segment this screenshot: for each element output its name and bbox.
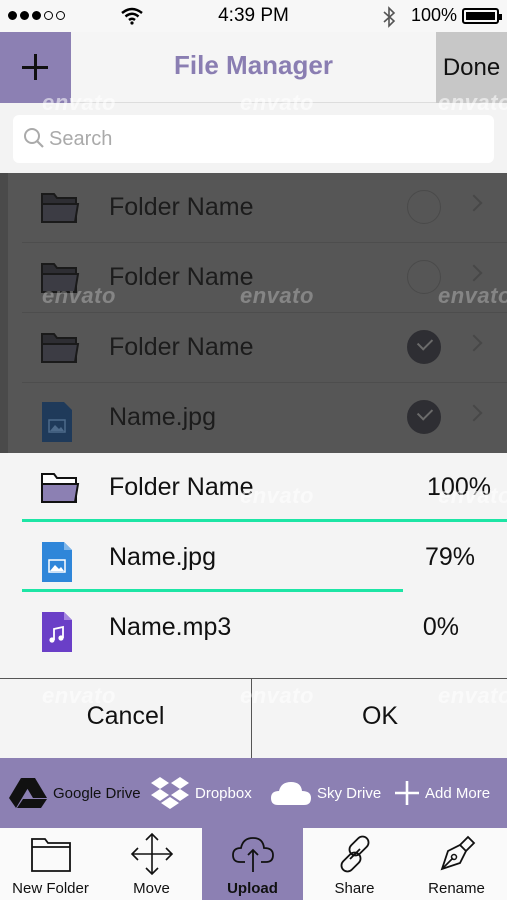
select-checkbox[interactable] bbox=[407, 260, 441, 294]
tool-label: Move bbox=[133, 880, 170, 897]
tool-label: Rename bbox=[428, 880, 485, 897]
progress-bar bbox=[22, 589, 403, 592]
tool-label: Upload bbox=[227, 880, 278, 897]
rename-button[interactable]: Rename bbox=[406, 828, 507, 900]
bottom-toolbar: New Folder Move Upload Share Rename bbox=[0, 828, 507, 900]
cloud-icon bbox=[271, 782, 311, 805]
list-item[interactable]: Folder Name bbox=[22, 243, 507, 313]
battery-percent: 100% bbox=[411, 5, 458, 25]
chevron-right-icon[interactable] bbox=[465, 194, 483, 212]
battery-icon bbox=[462, 8, 502, 24]
service-google-drive[interactable]: Google Drive bbox=[8, 776, 141, 810]
folder-icon bbox=[30, 838, 71, 872]
file-name: Folder Name bbox=[109, 263, 254, 291]
select-checkbox-checked[interactable] bbox=[407, 400, 441, 434]
upload-file-name: Name.jpg bbox=[109, 543, 216, 571]
nav-bar: File Manager Done bbox=[0, 32, 507, 103]
list-item[interactable]: Folder Name bbox=[22, 313, 507, 383]
folder-icon bbox=[41, 333, 80, 363]
dropbox-icon bbox=[151, 777, 189, 809]
new-folder-button[interactable]: New Folder bbox=[0, 828, 101, 900]
search-bar bbox=[13, 115, 494, 163]
upload-percent: 0% bbox=[422, 613, 459, 641]
tool-label: Share bbox=[334, 880, 375, 897]
bluetooth-icon bbox=[383, 6, 396, 28]
file-name: Folder Name bbox=[109, 193, 254, 221]
upload-percent: 100% bbox=[427, 473, 491, 501]
share-button[interactable]: Share bbox=[304, 828, 405, 900]
file-list: Folder Name Folder Name Folder Name Name… bbox=[0, 173, 507, 453]
chevron-right-icon[interactable] bbox=[465, 334, 483, 352]
cancel-button[interactable]: Cancel bbox=[0, 679, 252, 758]
google-drive-icon bbox=[9, 778, 47, 808]
service-sky-drive[interactable]: Sky Drive bbox=[270, 776, 381, 810]
tool-label: New Folder bbox=[12, 880, 89, 897]
upload-percent: 79% bbox=[424, 543, 475, 571]
image-file-icon bbox=[42, 402, 72, 442]
chevron-right-icon[interactable] bbox=[465, 264, 483, 282]
move-arrows-icon bbox=[130, 832, 173, 876]
service-label: Google Drive bbox=[53, 784, 141, 802]
service-add-more[interactable]: Add More bbox=[394, 776, 490, 810]
list-item[interactable]: Folder Name bbox=[22, 173, 507, 243]
upload-item: Name.mp3 0% bbox=[22, 593, 507, 663]
status-bar: 4:39 PM 100% bbox=[0, 0, 507, 32]
cloud-services-bar: Google Drive Dropbox Sky Drive Add More bbox=[0, 758, 507, 828]
folder-icon bbox=[41, 263, 80, 293]
done-button[interactable]: Done bbox=[436, 32, 507, 103]
service-label: Add More bbox=[425, 784, 491, 802]
folder-icon bbox=[41, 473, 80, 503]
upload-progress-panel: Folder Name 100% Name.jpg 79% Name.mp3 0… bbox=[0, 453, 507, 678]
upload-file-name: Folder Name bbox=[109, 473, 254, 501]
move-button[interactable]: Move bbox=[101, 828, 202, 900]
cloud-upload-icon bbox=[231, 837, 274, 872]
service-label: Dropbox bbox=[195, 784, 252, 802]
page-title: File Manager bbox=[174, 50, 333, 80]
search-area bbox=[0, 103, 507, 173]
pen-nib-icon bbox=[440, 835, 475, 871]
file-name: Name.jpg bbox=[109, 403, 216, 431]
plus-icon bbox=[395, 781, 419, 805]
progress-bar bbox=[22, 519, 507, 522]
folder-icon bbox=[41, 193, 80, 223]
list-item[interactable]: Name.jpg bbox=[22, 383, 507, 453]
dialog-buttons: Cancel OK envato envato envato bbox=[0, 678, 507, 758]
service-label: Sky Drive bbox=[317, 784, 382, 802]
add-button[interactable] bbox=[0, 32, 71, 103]
search-input[interactable] bbox=[49, 123, 469, 155]
chevron-right-icon[interactable] bbox=[465, 404, 483, 422]
image-file-icon bbox=[42, 542, 72, 582]
ok-button[interactable]: OK bbox=[253, 679, 507, 758]
select-checkbox[interactable] bbox=[407, 190, 441, 224]
list-edge-tab bbox=[0, 173, 8, 453]
link-icon bbox=[340, 835, 369, 873]
upload-button[interactable]: Upload bbox=[202, 828, 303, 900]
upload-item: Name.jpg 79% bbox=[22, 523, 507, 593]
audio-file-icon bbox=[42, 612, 72, 652]
upload-file-name: Name.mp3 bbox=[109, 613, 232, 641]
service-dropbox[interactable]: Dropbox bbox=[150, 776, 252, 810]
select-checkbox-checked[interactable] bbox=[407, 330, 441, 364]
upload-item: Folder Name 100% bbox=[22, 453, 507, 523]
search-icon bbox=[24, 128, 44, 148]
file-name: Folder Name bbox=[109, 333, 254, 361]
